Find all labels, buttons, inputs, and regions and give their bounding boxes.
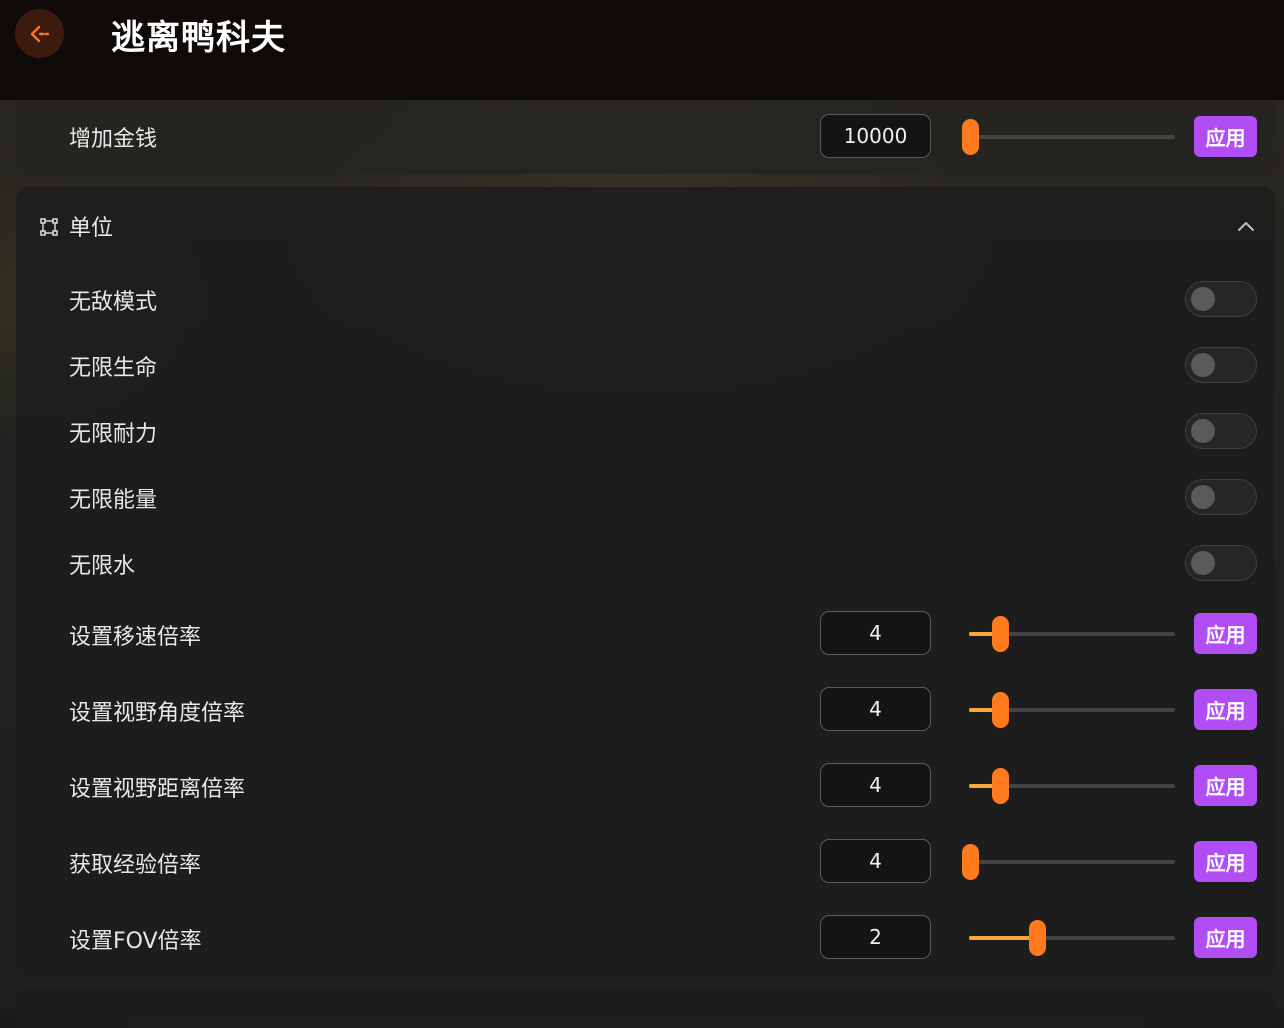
money-apply-button[interactable]: 应用	[1194, 116, 1257, 157]
slider-thumb[interactable]	[991, 768, 1009, 804]
fov-slider[interactable]	[969, 920, 1175, 956]
chevron-up-icon[interactable]	[1236, 219, 1256, 233]
view-angle-input[interactable]: 4	[820, 687, 931, 731]
slider-thumb[interactable]	[962, 844, 979, 880]
view-angle-apply-button[interactable]: 应用	[1194, 689, 1257, 730]
slider-track	[969, 860, 1175, 864]
view-distance-input[interactable]: 4	[820, 763, 931, 807]
slider-thumb[interactable]	[1028, 920, 1046, 956]
money-input[interactable]: 10000	[820, 114, 931, 158]
slider-label-view-distance: 设置视野距离倍率	[69, 777, 246, 802]
toggle-knob	[1191, 485, 1215, 509]
exp-rate-input[interactable]: 4	[820, 839, 931, 883]
view-distance-apply-button[interactable]: 应用	[1194, 765, 1257, 806]
slider-fill	[969, 936, 1037, 940]
slider-thumb[interactable]	[991, 616, 1009, 652]
fov-apply-button[interactable]: 应用	[1194, 917, 1257, 958]
view-distance-slider[interactable]	[969, 768, 1175, 804]
slider-label-fov: 设置FOV倍率	[69, 929, 202, 954]
toggle-label-infinite-stamina: 无限耐力	[69, 422, 158, 447]
toggle-label-infinite-life: 无限生命	[69, 356, 158, 381]
header-bar: 逃离鸭科夫	[0, 0, 1284, 100]
view-angle-slider[interactable]	[969, 692, 1175, 728]
arrow-left-icon	[30, 25, 49, 42]
next-card	[16, 988, 1275, 1028]
fov-input[interactable]: 2	[820, 915, 931, 959]
toggle-label-invincible: 无敌模式	[69, 290, 158, 315]
toggle-knob	[1191, 287, 1215, 311]
page-title: 逃离鸭科夫	[111, 18, 286, 58]
toggle-infinite-stamina[interactable]	[1185, 413, 1257, 449]
exp-rate-apply-button[interactable]: 应用	[1194, 841, 1257, 882]
move-speed-slider[interactable]	[969, 616, 1175, 652]
slider-track	[969, 135, 1175, 139]
toggle-invincible[interactable]	[1185, 281, 1257, 317]
slider-thumb[interactable]	[962, 119, 979, 155]
exp-rate-slider[interactable]	[962, 844, 1175, 880]
section-title-units: 单位	[69, 216, 114, 241]
move-speed-apply-button[interactable]: 应用	[1194, 613, 1257, 654]
toggle-infinite-energy[interactable]	[1185, 479, 1257, 515]
toggle-label-infinite-water: 无限水	[69, 554, 136, 579]
money-label: 增加金钱	[69, 127, 158, 152]
slider-label-view-angle: 设置视野角度倍率	[69, 701, 246, 726]
back-button[interactable]	[15, 9, 64, 58]
toggle-knob	[1191, 353, 1215, 377]
toggle-infinite-water[interactable]	[1185, 545, 1257, 581]
move-speed-input[interactable]: 4	[820, 611, 931, 655]
nodes-icon	[40, 218, 58, 236]
slider-thumb[interactable]	[991, 692, 1009, 728]
slider-label-move-speed: 设置移速倍率	[69, 625, 202, 650]
money-slider[interactable]	[962, 119, 1175, 155]
toggle-knob	[1191, 551, 1215, 575]
toggle-infinite-life[interactable]	[1185, 347, 1257, 383]
slider-label-exp-rate: 获取经验倍率	[69, 853, 202, 878]
toggle-label-infinite-energy: 无限能量	[69, 488, 158, 513]
toggle-knob	[1191, 419, 1215, 443]
